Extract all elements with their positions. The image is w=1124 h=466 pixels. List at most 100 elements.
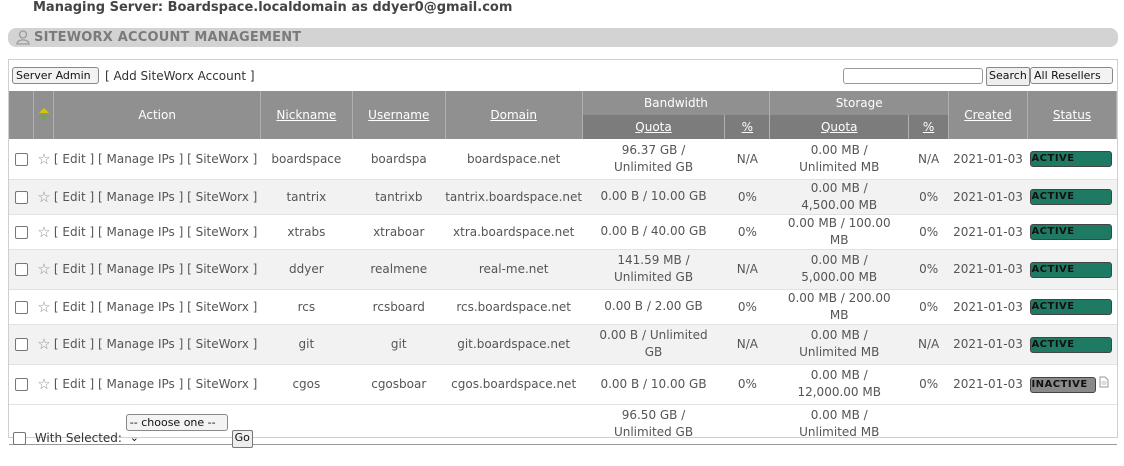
status-cell: ACTIVE (1027, 289, 1117, 325)
created-cell: 2021-01-03 (948, 139, 1028, 180)
column-status[interactable]: Status (1027, 91, 1118, 139)
edit-link[interactable]: [ Edit ] (54, 152, 94, 166)
bandwidth-quota-cell: 0.00 B / 10.00 GB (582, 179, 725, 215)
column-bandwidth-quota[interactable]: Quota (582, 115, 726, 139)
bandwidth-percent-cell: 0% (724, 179, 770, 215)
status-badge[interactable]: ACTIVE (1030, 299, 1113, 315)
domain-link[interactable]: cgos.boardspace.net (445, 364, 583, 405)
column-storage-quota[interactable]: Quota (769, 115, 910, 139)
edit-link[interactable]: [ Edit ] (54, 262, 94, 276)
search-button[interactable]: Search (986, 67, 1030, 86)
username-cell: cgosboar (352, 364, 446, 405)
accounts-table: Action Nickname Username Domain Bandwidt… (9, 91, 1118, 445)
column-nickname[interactable]: Nickname (260, 91, 353, 139)
nickname-cell: boardspace (260, 139, 353, 180)
manage-ips-link[interactable]: [ Manage IPs ] (98, 337, 183, 351)
bandwidth-percent-cell: 0% (724, 289, 770, 325)
manage-ips-link[interactable]: [ Manage IPs ] (98, 225, 183, 239)
search-input[interactable] (843, 68, 983, 84)
row-checkbox[interactable] (14, 152, 28, 166)
siteworx-link[interactable]: [ SiteWorx ] (187, 152, 257, 166)
row-actions: [ Edit ] [ Manage IPs ] [ SiteWorx ] (53, 249, 261, 290)
manage-ips-link[interactable]: [ Manage IPs ] (98, 377, 183, 391)
favorite-star-icon[interactable]: ☆ (37, 150, 50, 168)
favorite-star-icon[interactable]: ☆ (37, 260, 50, 278)
edit-link[interactable]: [ Edit ] (54, 225, 94, 239)
column-storage-percent[interactable]: % (908, 115, 950, 139)
bandwidth-quota-cell: 0.00 B / Unlimited GB (582, 324, 725, 365)
total-bandwidth: 96.50 GB / Unlimited GB (582, 403, 725, 445)
edit-link[interactable]: [ Edit ] (54, 300, 94, 314)
domain-link[interactable]: boardspace.net (445, 139, 583, 180)
domain-link[interactable]: rcs.boardspace.net (445, 289, 583, 325)
domain-link[interactable]: git.boardspace.net (445, 324, 583, 365)
row-checkbox[interactable] (14, 225, 28, 239)
username-cell: tantrixb (352, 179, 446, 215)
column-bandwidth-percent[interactable]: % (724, 115, 771, 139)
storage-quota-cell: 0.00 MB / 200.00 MB (769, 289, 909, 325)
siteworx-link[interactable]: [ SiteWorx ] (187, 190, 257, 204)
created-cell: 2021-01-03 (948, 249, 1028, 290)
bandwidth-quota-cell: 96.37 GB / Unlimited GB (582, 139, 725, 180)
status-badge[interactable]: ACTIVE (1030, 336, 1113, 353)
go-button[interactable]: Go (231, 429, 253, 448)
row-checkbox[interactable] (14, 338, 28, 351)
column-username[interactable]: Username (352, 91, 446, 139)
bulk-action-select[interactable]: -- choose one -- ⌄ (125, 414, 228, 444)
manage-ips-link[interactable]: [ Manage IPs ] (98, 300, 183, 314)
created-cell: 2021-01-03 (948, 324, 1028, 365)
bandwidth-percent-cell: N/A (724, 324, 770, 365)
favorite-star-icon[interactable]: ☆ (37, 375, 50, 393)
select-all-checkbox[interactable] (13, 432, 26, 445)
table-row: ☆ [ Edit ] [ Manage IPs ] [ SiteWorx ] rcs… (9, 289, 1117, 325)
storage-percent-cell: 0% (908, 364, 949, 405)
manage-ips-link[interactable]: [ Manage IPs ] (98, 152, 183, 166)
favorite-star-icon[interactable]: ☆ (37, 335, 50, 353)
add-siteworx-account-link[interactable]: [ Add SiteWorx Account ] (105, 69, 255, 83)
status-badge[interactable]: ACTIVE (1030, 261, 1113, 278)
storage-percent-cell: 0% (908, 214, 949, 250)
table-row: ☆[ Edit ] [ Manage IPs ] [ SiteWorx ] tan… (9, 179, 1117, 215)
siteworx-link[interactable]: [ SiteWorx ] (187, 225, 257, 239)
table-row: ☆ [ Edit ] [ Manage IPs ] [ SiteWorx ] cgo… (9, 364, 1117, 405)
server-admin-select[interactable]: Server Admin ⌄ (12, 67, 99, 97)
siteworx-link[interactable]: [ SiteWorx ] (187, 377, 257, 391)
status-badge[interactable]: ACTIVE (1030, 151, 1113, 168)
status-cell: ACTIVE (1027, 179, 1117, 215)
edit-link[interactable]: [ Edit ] (54, 377, 94, 391)
row-checkbox[interactable] (14, 378, 28, 391)
favorite-star-icon[interactable]: ☆ (37, 223, 50, 241)
status-badge[interactable]: ACTIVE (1030, 189, 1113, 205)
resellers-select[interactable]: All Resellers ⌄ (1030, 67, 1113, 97)
column-created[interactable]: Created (948, 91, 1028, 139)
status-cell: ACTIVE (1027, 324, 1117, 365)
status-badge[interactable]: INACTIVE (1030, 376, 1097, 393)
document-icon[interactable] (1099, 376, 1109, 391)
siteworx-link[interactable]: [ SiteWorx ] (187, 262, 257, 276)
domain-link[interactable]: tantrix.boardspace.net (445, 179, 583, 215)
status-badge[interactable]: ACTIVE (1030, 224, 1113, 240)
domain-link[interactable]: real-me.net (445, 249, 583, 290)
domain-link[interactable]: xtra.boardspace.net (445, 214, 583, 250)
row-checkbox[interactable] (14, 300, 28, 314)
favorite-star-icon[interactable]: ☆ (37, 188, 50, 206)
storage-percent-cell: 0% (908, 289, 949, 325)
column-domain[interactable]: Domain (445, 91, 583, 139)
storage-quota-cell: 0.00 MB / 5,000.00 MB (769, 249, 909, 290)
siteworx-link[interactable]: [ SiteWorx ] (187, 337, 257, 351)
username-cell: xtraboar (352, 214, 446, 250)
created-cell: 2021-01-03 (948, 214, 1028, 250)
row-checkbox[interactable] (14, 263, 28, 276)
nickname-cell: tantrix (260, 179, 353, 215)
row-actions: [ Edit ] [ Manage IPs ] [ SiteWorx ] (53, 179, 261, 215)
sort-toggle[interactable] (33, 91, 55, 139)
manage-ips-link[interactable]: [ Manage IPs ] (98, 190, 183, 204)
edit-link[interactable]: [ Edit ] (54, 337, 94, 351)
favorite-star-icon[interactable]: ☆ (37, 298, 50, 316)
row-checkbox[interactable] (14, 190, 28, 204)
column-group-storage: Storage (769, 91, 950, 115)
edit-link[interactable]: [ Edit ] (54, 190, 94, 204)
manage-ips-link[interactable]: [ Manage IPs ] (98, 262, 183, 276)
siteworx-link[interactable]: [ SiteWorx ] (187, 300, 257, 314)
created-cell: 2021-01-03 (948, 289, 1028, 325)
